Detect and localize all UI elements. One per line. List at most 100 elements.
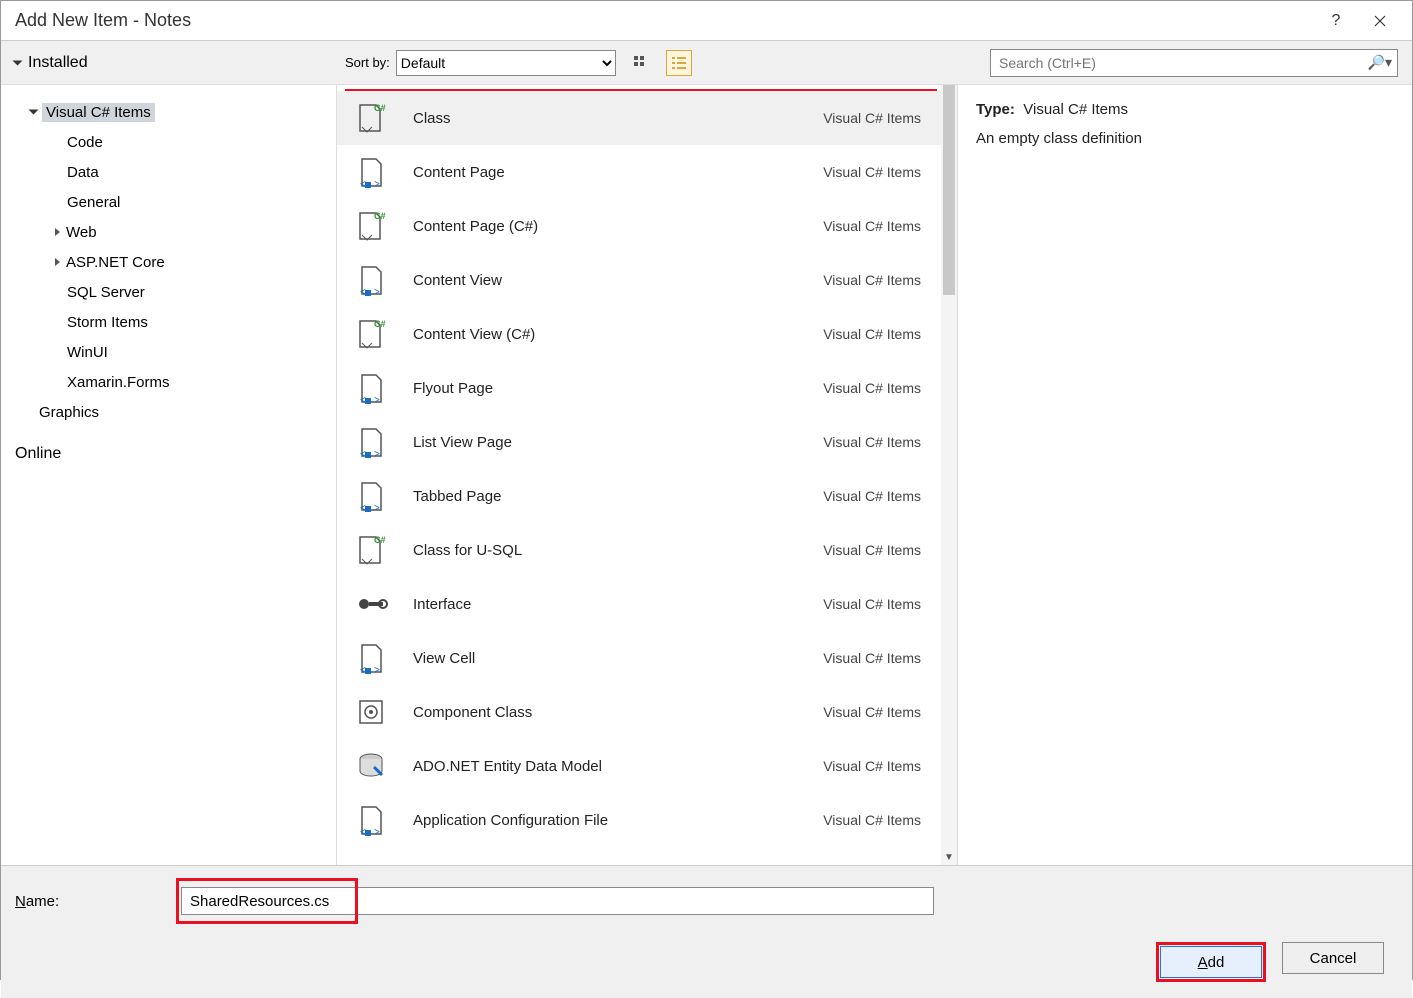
view-tiles-button[interactable] xyxy=(628,50,654,76)
cancel-button[interactable]: Cancel xyxy=(1282,942,1384,974)
template-name: Content View (C#) xyxy=(413,326,793,343)
close-button[interactable] xyxy=(1358,5,1402,37)
detail-type-value: Visual C# Items xyxy=(1023,101,1128,118)
template-category: Visual C# Items xyxy=(823,218,921,234)
template-name: Content Page xyxy=(413,164,793,181)
tree-node-visual-csharp-items[interactable]: Visual C# Items xyxy=(1,97,336,127)
template-name: Application Configuration File xyxy=(413,812,793,829)
template-category: Visual C# Items xyxy=(823,488,921,504)
file-icon: <> xyxy=(351,368,391,408)
template-name: Class for U-SQL xyxy=(413,542,793,559)
file-icon: <> xyxy=(351,476,391,516)
template-row[interactable]: <>View CellVisual C# Items xyxy=(337,631,957,685)
template-name: ADO.NET Entity Data Model xyxy=(413,758,793,775)
file-icon xyxy=(351,746,391,786)
template-name: Content View xyxy=(413,272,793,289)
file-icon: C# xyxy=(351,314,391,354)
template-category: Visual C# Items xyxy=(823,758,921,774)
template-category: Visual C# Items xyxy=(823,164,921,180)
close-icon xyxy=(1374,15,1386,27)
titlebar: Add New Item - Notes ? xyxy=(1,1,1412,41)
list-icon xyxy=(671,55,687,71)
svg-text:>: > xyxy=(374,827,380,837)
template-name: Interface xyxy=(413,596,793,613)
file-icon: <> xyxy=(351,800,391,840)
template-row[interactable]: <> Flyout Page Visual C# Items xyxy=(337,361,957,415)
file-icon: C# xyxy=(351,98,391,138)
file-icon: C# xyxy=(351,530,391,570)
tree-node-data[interactable]: Data xyxy=(1,157,336,187)
svg-text:>: > xyxy=(374,503,380,513)
tree-node-general[interactable]: General xyxy=(1,187,336,217)
svg-text:C#: C# xyxy=(374,211,386,221)
chevron-right-icon xyxy=(55,228,60,236)
template-list: C#ClassVisual C# Items <> Content Page Visu… xyxy=(337,85,958,865)
scrollbar[interactable]: ▲ ▼ xyxy=(941,85,957,865)
template-category: Visual C# Items xyxy=(823,704,921,720)
add-button[interactable]: Add xyxy=(1160,946,1262,978)
toolbar: Installed Sort by: Default 🔎▾ xyxy=(1,41,1412,85)
svg-text:>: > xyxy=(374,665,380,675)
file-icon xyxy=(351,692,391,732)
svg-text:>: > xyxy=(374,395,380,405)
scrollbar-thumb[interactable] xyxy=(943,85,955,295)
bottom-panel: Name: Add Cancel xyxy=(1,865,1412,998)
svg-text:>: > xyxy=(374,287,380,297)
file-icon xyxy=(351,584,391,624)
template-row[interactable]: <> Content Page Visual C# Items xyxy=(337,145,957,199)
template-name: Component Class xyxy=(413,704,793,721)
tree-node-asp-net-core[interactable]: ASP.NET Core xyxy=(1,247,336,277)
template-name: View Cell xyxy=(413,650,793,667)
template-category: Visual C# Items xyxy=(823,110,921,126)
template-row[interactable]: <>List View PageVisual C# Items xyxy=(337,415,957,469)
file-icon: <> xyxy=(351,638,391,678)
view-list-button[interactable] xyxy=(666,50,692,76)
svg-text:>: > xyxy=(374,449,380,459)
search-icon[interactable]: 🔎▾ xyxy=(1368,54,1392,71)
search-box[interactable]: 🔎▾ xyxy=(990,49,1398,77)
template-row[interactable]: Component Class Visual C# Items xyxy=(337,685,957,739)
sort-by-select[interactable]: Default xyxy=(396,50,616,76)
file-icon: <> xyxy=(351,260,391,300)
template-category: Visual C# Items xyxy=(823,542,921,558)
tree-node-sql-server[interactable]: SQL Server xyxy=(1,277,336,307)
tree-node-storm-items[interactable]: Storm Items xyxy=(1,307,336,337)
tree-node-graphics[interactable]: Graphics xyxy=(1,397,336,427)
detail-type-label: Type: xyxy=(976,101,1015,118)
template-name: Flyout Page xyxy=(413,380,793,397)
template-row[interactable]: C# Content View (C#) Visual C# Items xyxy=(337,307,957,361)
template-row[interactable]: C#ClassVisual C# Items xyxy=(337,91,957,145)
name-input-extension[interactable] xyxy=(358,887,934,915)
sort-by-label: Sort by: xyxy=(345,55,390,70)
scroll-down-icon[interactable]: ▼ xyxy=(944,852,954,863)
installed-header[interactable]: Installed xyxy=(28,54,88,72)
help-button[interactable]: ? xyxy=(1314,5,1358,37)
tree-node-web[interactable]: Web xyxy=(1,217,336,247)
svg-text:>: > xyxy=(374,179,380,189)
svg-text:C#: C# xyxy=(374,319,386,329)
name-input[interactable] xyxy=(181,887,355,915)
template-category: Visual C# Items xyxy=(823,326,921,342)
template-row[interactable]: InterfaceVisual C# Items xyxy=(337,577,957,631)
template-row[interactable]: C# Class for U-SQL Visual C# Items xyxy=(337,523,957,577)
template-row[interactable]: ADO.NET Entity Data Model Visual C# Items xyxy=(337,739,957,793)
category-tree: Visual C# Items CodeDataGeneralWebASP.NE… xyxy=(1,85,337,865)
template-category: Visual C# Items xyxy=(823,434,921,450)
template-category: Visual C# Items xyxy=(823,272,921,288)
template-row[interactable]: <>Tabbed PageVisual C# Items xyxy=(337,469,957,523)
file-icon: <> xyxy=(351,152,391,192)
template-name: List View Page xyxy=(413,434,793,451)
svg-text:C#: C# xyxy=(374,103,386,113)
search-input[interactable] xyxy=(990,49,1398,77)
chevron-down-icon xyxy=(13,60,23,65)
tree-node-xamarin-forms[interactable]: Xamarin.Forms xyxy=(1,367,336,397)
tree-node-online[interactable]: Online xyxy=(1,439,336,469)
template-row[interactable]: C# Content Page (C#) Visual C# Items xyxy=(337,199,957,253)
tree-node-code[interactable]: Code xyxy=(1,127,336,157)
template-category: Visual C# Items xyxy=(823,380,921,396)
tree-node-winui[interactable]: WinUI xyxy=(1,337,336,367)
template-row[interactable]: <>Application Configuration FileVisual C… xyxy=(337,793,957,847)
template-name: Content Page (C#) xyxy=(413,218,793,235)
template-row[interactable]: <> Content View Visual C# Items xyxy=(337,253,957,307)
detail-pane: Type: Visual C# Items An empty class def… xyxy=(958,85,1412,865)
